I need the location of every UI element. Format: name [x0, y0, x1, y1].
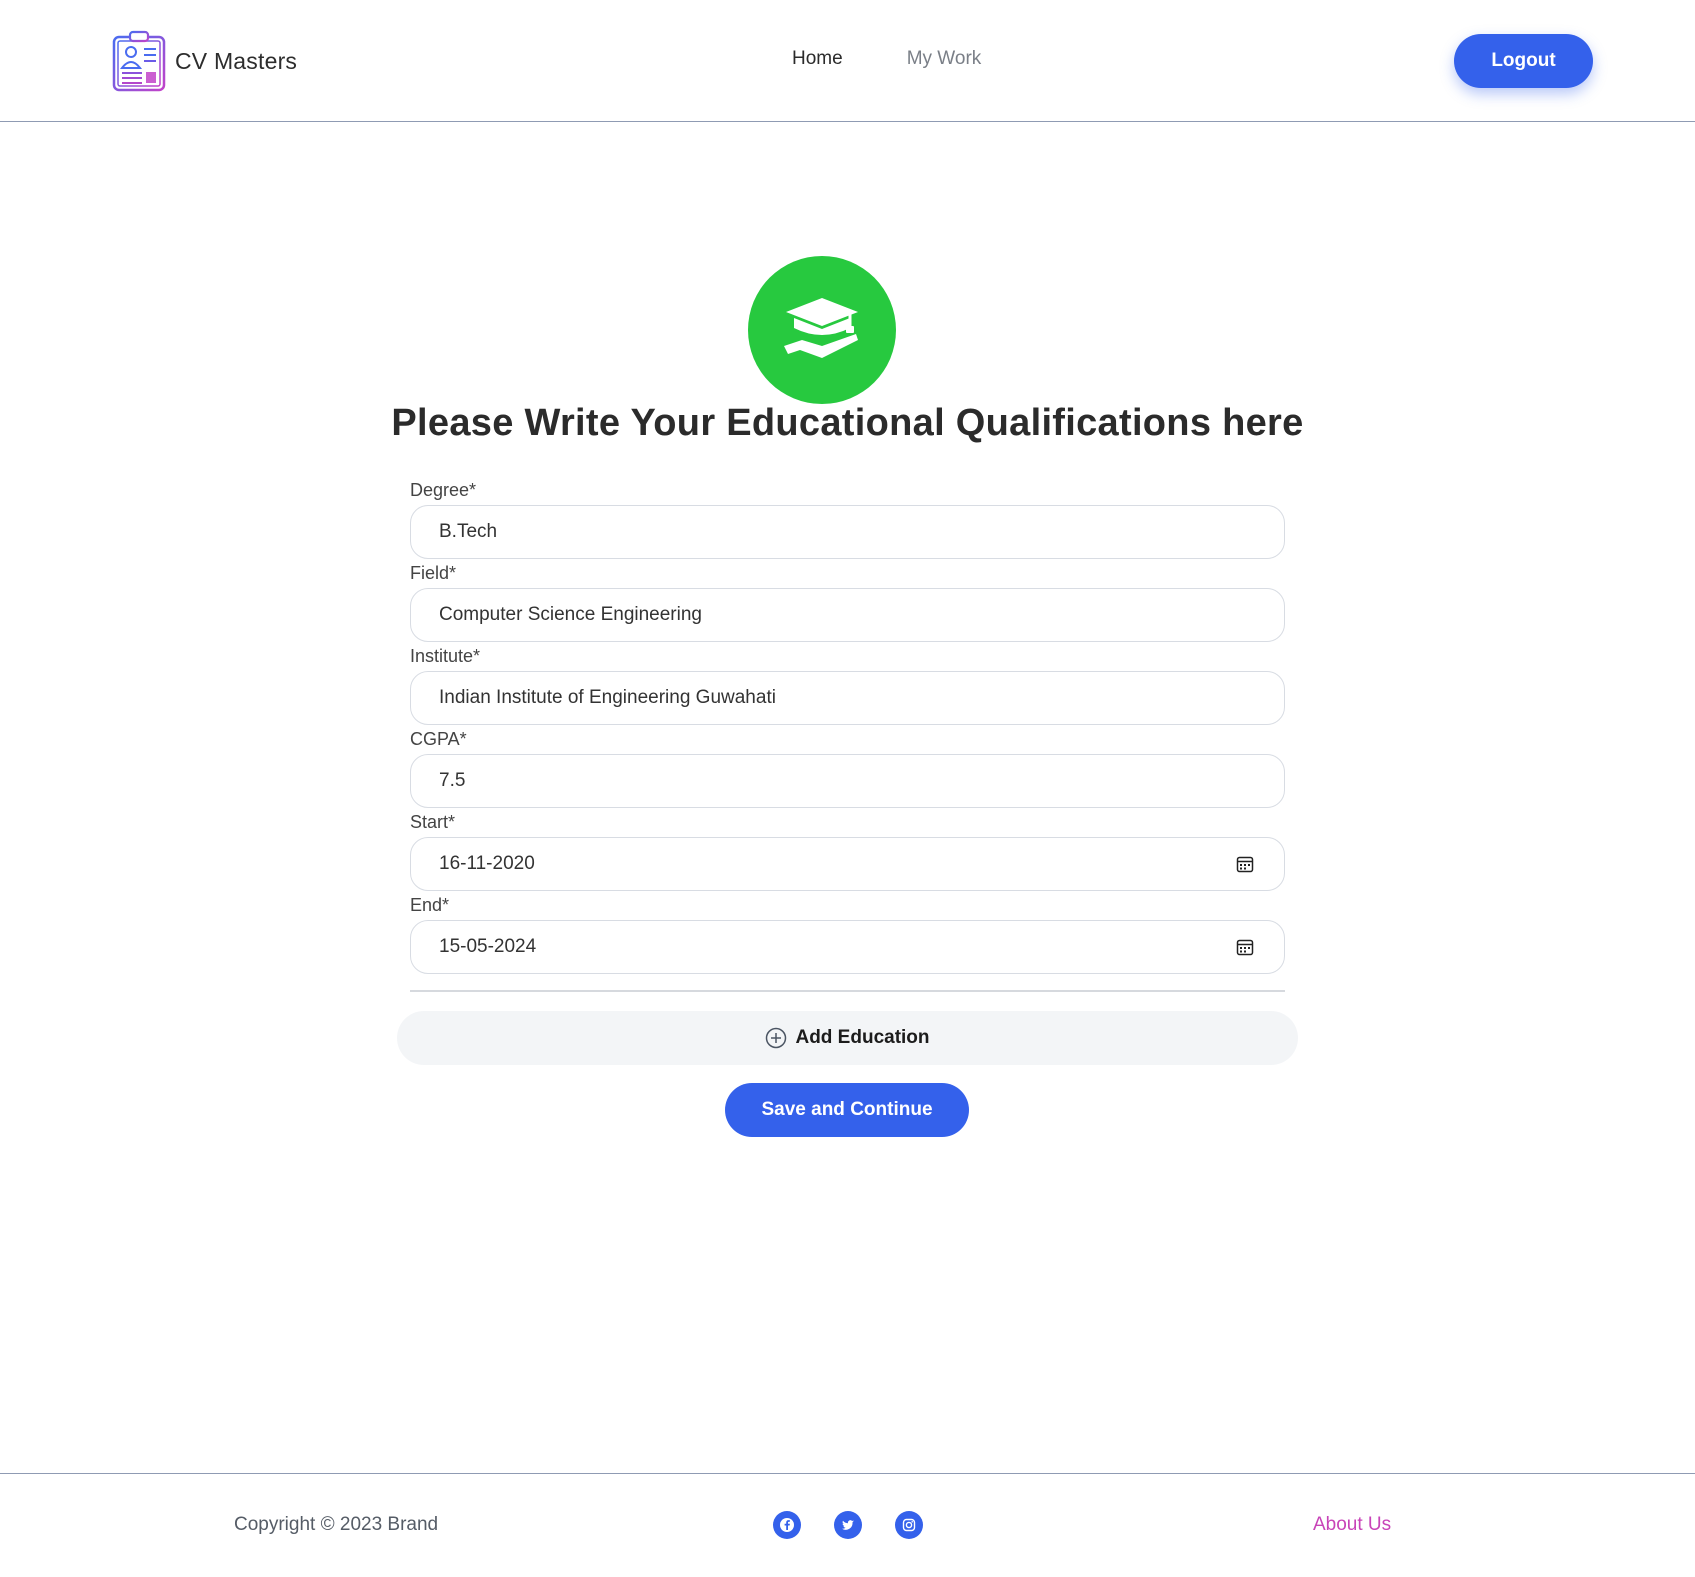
about-us-link[interactable]: About Us — [1313, 1514, 1391, 1536]
graduation-cap-icon — [748, 256, 896, 404]
institute-label: Institute* — [410, 646, 481, 666]
cgpa-label: CGPA* — [410, 729, 467, 749]
end-date-field-box — [410, 920, 1285, 974]
education-form: Degree* Field* Institute* CGPA* Start* E… — [410, 478, 1285, 976]
social-links — [773, 1511, 923, 1539]
degree-input[interactable] — [411, 506, 1284, 558]
main-nav: Home My Work — [792, 48, 981, 70]
page-title: Please Write Your Educational Qualificat… — [391, 402, 1304, 444]
add-education-label: Add Education — [795, 1027, 930, 1048]
clipboard-cv-icon — [112, 30, 166, 92]
plus-circle-icon — [766, 1027, 787, 1049]
nav-home-link[interactable]: Home — [792, 48, 843, 70]
end-date-input[interactable] — [411, 921, 1284, 973]
calendar-icon[interactable] — [1236, 855, 1254, 873]
field-field-box — [410, 588, 1285, 642]
cgpa-field-box — [410, 754, 1285, 808]
site-footer: Copyright © 2023 Brand About Us — [0, 1473, 1695, 1577]
cgpa-input[interactable] — [411, 755, 1284, 807]
institute-input[interactable] — [411, 672, 1284, 724]
twitter-icon[interactable] — [834, 1511, 862, 1539]
copyright-text: Copyright © 2023 Brand — [234, 1514, 439, 1535]
education-hand-icon — [784, 298, 858, 358]
facebook-icon[interactable] — [773, 1511, 801, 1539]
add-education-button[interactable]: Add Education — [397, 1011, 1298, 1065]
brand-name: CV Masters — [175, 47, 298, 74]
start-date-input[interactable] — [411, 838, 1284, 890]
instagram-icon[interactable] — [895, 1511, 923, 1539]
nav-my-work-link[interactable]: My Work — [907, 48, 982, 70]
degree-field-box — [410, 505, 1285, 559]
degree-label: Degree* — [410, 480, 477, 500]
field-input[interactable] — [411, 589, 1284, 641]
site-header: CV Masters Home My Work Logout — [0, 0, 1695, 122]
start-date-label: Start* — [410, 812, 456, 832]
save-and-continue-button[interactable]: Save and Continue — [725, 1083, 969, 1137]
end-date-label: End* — [410, 895, 450, 915]
field-label: Field* — [410, 563, 457, 583]
form-divider — [410, 990, 1285, 992]
calendar-icon[interactable] — [1236, 938, 1254, 956]
institute-field-box — [410, 671, 1285, 725]
brand[interactable]: CV Masters — [111, 30, 297, 92]
start-date-field-box — [410, 837, 1285, 891]
logout-button[interactable]: Logout — [1454, 34, 1593, 88]
